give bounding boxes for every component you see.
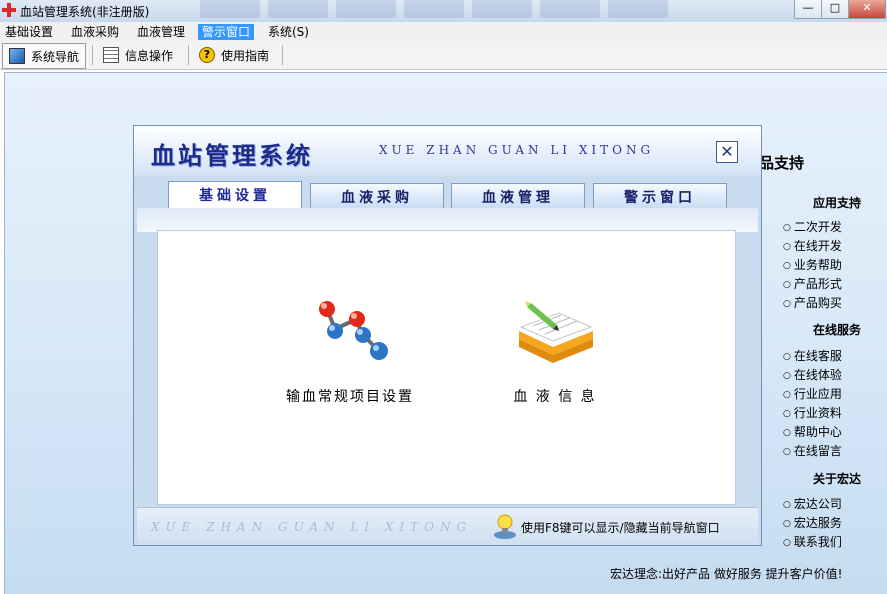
link-secondary-dev[interactable]: 二次开发 bbox=[783, 218, 842, 235]
feature-blood-info[interactable]: 血 液 信 息 bbox=[485, 297, 625, 406]
maximize-button[interactable]: □ bbox=[821, 0, 849, 19]
navigation-dialog: 血站管理系统 XUE ZHAN GUAN LI XITONG ✕ 基础设置 血液… bbox=[133, 125, 762, 546]
dialog-tab-strip: 基础设置 血液采购 血液管理 警示窗口 bbox=[136, 181, 759, 211]
help-icon: ? bbox=[199, 47, 215, 63]
feature-transfusion-label: 输血常规项目设置 bbox=[286, 389, 414, 405]
user-guide-label: 使用指南 bbox=[221, 48, 270, 63]
monitor-icon bbox=[9, 48, 25, 64]
toolbar-separator bbox=[188, 45, 189, 65]
link-industry-docs[interactable]: 行业资料 bbox=[783, 404, 842, 421]
menu-alert-window[interactable]: 警示窗口 bbox=[198, 24, 255, 40]
f8-hint: 使用F8键可以显示/隐藏当前导航窗口 bbox=[521, 521, 720, 535]
menu-bar: 基础设置 血液采购 血液管理 警示窗口 系统(S) bbox=[0, 22, 887, 41]
app-cross-icon bbox=[2, 3, 16, 17]
info-ops-button[interactable]: 信息操作 bbox=[97, 43, 179, 67]
tab-basic-settings[interactable]: 基础设置 bbox=[168, 181, 302, 211]
close-icon: ✕ bbox=[720, 142, 734, 161]
menu-basic-settings[interactable]: 基础设置 bbox=[1, 24, 57, 40]
link-online-message[interactable]: 在线留言 bbox=[783, 442, 842, 459]
link-online-support[interactable]: 在线客服 bbox=[783, 347, 842, 364]
feature-blood-info-label: 血 液 信 息 bbox=[513, 389, 597, 405]
company-motto: 宏达理念:出好产品 做好服务 提升客户价值! bbox=[610, 567, 843, 581]
dialog-close-button[interactable]: ✕ bbox=[716, 141, 738, 163]
footer-pinyin: XUE ZHAN GUAN LI XITONG bbox=[151, 520, 473, 534]
info-ops-label: 信息操作 bbox=[125, 48, 174, 63]
section-app-support: 应用支持 bbox=[813, 196, 862, 210]
tab-blood-management[interactable]: 血液管理 bbox=[451, 183, 585, 209]
link-company[interactable]: 宏达公司 bbox=[783, 495, 842, 512]
taskbar-ghost bbox=[200, 0, 668, 20]
link-online-dev[interactable]: 在线开发 bbox=[783, 237, 842, 254]
tab-blood-purchase[interactable]: 血液采购 bbox=[310, 183, 444, 209]
dialog-footer: XUE ZHAN GUAN LI XITONG 使用F8键可以显示/隐藏当前导航… bbox=[137, 507, 758, 545]
tab-panel: 输血常规项目设置 血 液 信 息 bbox=[157, 230, 736, 505]
tab-panel-band bbox=[137, 208, 758, 232]
feature-transfusion-items[interactable]: 输血常规项目设置 bbox=[270, 297, 430, 406]
link-contact[interactable]: 联系我们 bbox=[783, 533, 842, 550]
notebook-icon bbox=[519, 301, 593, 363]
link-online-trial[interactable]: 在线体验 bbox=[783, 366, 842, 383]
molecule-icon bbox=[319, 301, 388, 360]
menu-system[interactable]: 系统(S) bbox=[264, 24, 313, 40]
system-nav-button[interactable]: 系统导航 bbox=[2, 43, 87, 69]
link-services[interactable]: 宏达服务 bbox=[783, 514, 842, 531]
dialog-pinyin: XUE ZHAN GUAN LI XITONG bbox=[379, 143, 655, 157]
system-nav-label: 系统导航 bbox=[31, 49, 80, 64]
menu-blood-management[interactable]: 血液管理 bbox=[133, 24, 189, 40]
lightbulb-icon bbox=[494, 514, 516, 539]
toolbar-separator bbox=[92, 45, 93, 65]
link-help-center[interactable]: 帮助中心 bbox=[783, 423, 842, 440]
section-about: 关于宏达 bbox=[813, 472, 862, 486]
close-button[interactable]: ✕ bbox=[848, 0, 886, 19]
user-guide-button[interactable]: ? 使用指南 bbox=[193, 43, 275, 67]
window-title: 血站管理系统(非注册版) bbox=[20, 5, 150, 19]
minimize-button[interactable]: — bbox=[794, 0, 822, 19]
tab-alert-window[interactable]: 警示窗口 bbox=[593, 183, 727, 209]
dialog-header: 血站管理系统 XUE ZHAN GUAN LI XITONG ✕ bbox=[134, 126, 761, 176]
product-support-header: 品支持 bbox=[759, 154, 805, 172]
menu-blood-purchase[interactable]: 血液采购 bbox=[67, 24, 123, 40]
toolbar: 系统导航 信息操作 ? 使用指南 bbox=[0, 41, 887, 70]
link-industry-apps[interactable]: 行业应用 bbox=[783, 385, 842, 402]
toolbar-separator bbox=[282, 45, 283, 65]
link-product-form[interactable]: 产品形式 bbox=[783, 275, 842, 292]
dialog-title: 血站管理系统 bbox=[151, 141, 313, 170]
link-business-help[interactable]: 业务帮助 bbox=[783, 256, 842, 273]
section-online-service: 在线服务 bbox=[813, 323, 862, 337]
title-bar: 血站管理系统(非注册版) — □ ✕ bbox=[0, 0, 887, 23]
link-product-purchase[interactable]: 产品购买 bbox=[783, 294, 842, 311]
grid-icon bbox=[103, 47, 119, 63]
